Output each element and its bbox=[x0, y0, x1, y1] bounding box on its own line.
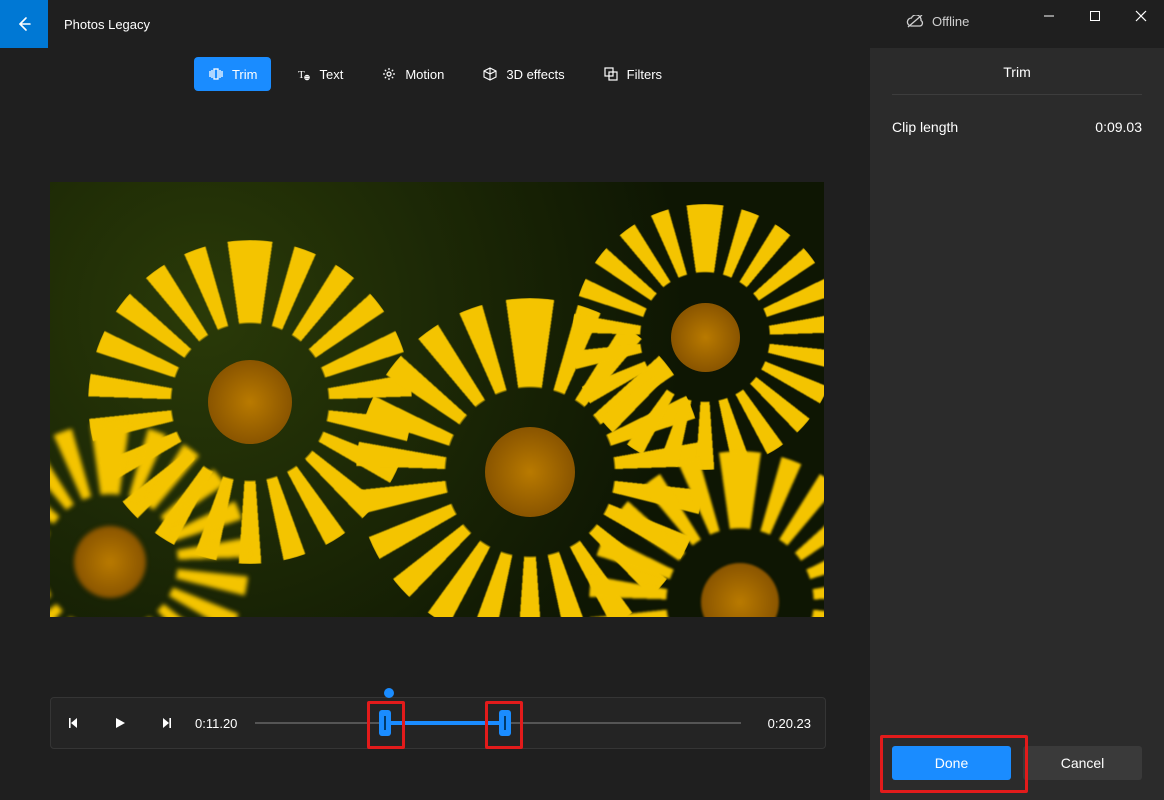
trim-end-handle[interactable] bbox=[499, 710, 511, 736]
next-frame-button[interactable] bbox=[143, 698, 189, 748]
arrow-left-icon bbox=[16, 16, 32, 32]
cube-icon bbox=[482, 66, 498, 82]
edit-toolbar: Trim T Text Motion 3D effects Filters bbox=[0, 54, 870, 94]
total-time: 0:20.23 bbox=[741, 716, 825, 731]
offline-indicator: Offline bbox=[906, 14, 969, 29]
clip-length-row: Clip length 0:09.03 bbox=[870, 95, 1164, 135]
play-icon bbox=[113, 716, 127, 730]
done-button[interactable]: Done bbox=[892, 746, 1011, 780]
tab-text-label: Text bbox=[319, 67, 343, 82]
motion-icon bbox=[381, 66, 397, 82]
app-title: Photos Legacy bbox=[64, 17, 150, 32]
trim-start-handle[interactable] bbox=[379, 710, 391, 736]
current-time: 0:11.20 bbox=[195, 716, 255, 731]
step-forward-icon bbox=[159, 716, 173, 730]
close-icon bbox=[1135, 10, 1147, 22]
tab-filters[interactable]: Filters bbox=[589, 57, 676, 91]
video-preview bbox=[50, 182, 824, 617]
cancel-button[interactable]: Cancel bbox=[1023, 746, 1142, 780]
window-controls bbox=[1026, 0, 1164, 32]
tab-filters-label: Filters bbox=[627, 67, 662, 82]
trim-icon bbox=[208, 66, 224, 82]
clip-length-label: Clip length bbox=[892, 119, 958, 135]
cancel-label: Cancel bbox=[1061, 755, 1105, 771]
maximize-icon bbox=[1089, 10, 1101, 22]
close-button[interactable] bbox=[1118, 0, 1164, 32]
tab-trim[interactable]: Trim bbox=[194, 57, 272, 91]
filters-icon bbox=[603, 66, 619, 82]
clip-length-value: 0:09.03 bbox=[1095, 119, 1142, 135]
panel-footer: Done Cancel bbox=[870, 746, 1164, 800]
text-icon: T bbox=[295, 66, 311, 82]
step-back-icon bbox=[67, 716, 81, 730]
back-button[interactable] bbox=[0, 0, 48, 48]
tab-text[interactable]: T Text bbox=[281, 57, 357, 91]
maximize-button[interactable] bbox=[1072, 0, 1118, 32]
side-panel: Trim Clip length 0:09.03 Done Cancel bbox=[870, 48, 1164, 800]
done-label: Done bbox=[935, 755, 968, 771]
tab-trim-label: Trim bbox=[232, 67, 258, 82]
previous-frame-button[interactable] bbox=[51, 698, 97, 748]
minimize-button[interactable] bbox=[1026, 0, 1072, 32]
tab-motion[interactable]: Motion bbox=[367, 57, 458, 91]
tab-3d-effects-label: 3D effects bbox=[506, 67, 564, 82]
tab-3d-effects[interactable]: 3D effects bbox=[468, 57, 578, 91]
panel-title: Trim bbox=[892, 48, 1142, 95]
play-button[interactable] bbox=[97, 698, 143, 748]
title-bar: Photos Legacy Offline bbox=[0, 0, 1164, 48]
svg-text:T: T bbox=[298, 69, 305, 81]
playhead[interactable] bbox=[384, 688, 394, 698]
playback-bar: 0:11.20 0:20.23 bbox=[50, 697, 826, 749]
cloud-offline-icon bbox=[906, 15, 924, 29]
trim-track[interactable] bbox=[255, 698, 741, 748]
tab-motion-label: Motion bbox=[405, 67, 444, 82]
minimize-icon bbox=[1043, 10, 1055, 22]
trim-selection bbox=[383, 721, 503, 725]
offline-label: Offline bbox=[932, 14, 969, 29]
